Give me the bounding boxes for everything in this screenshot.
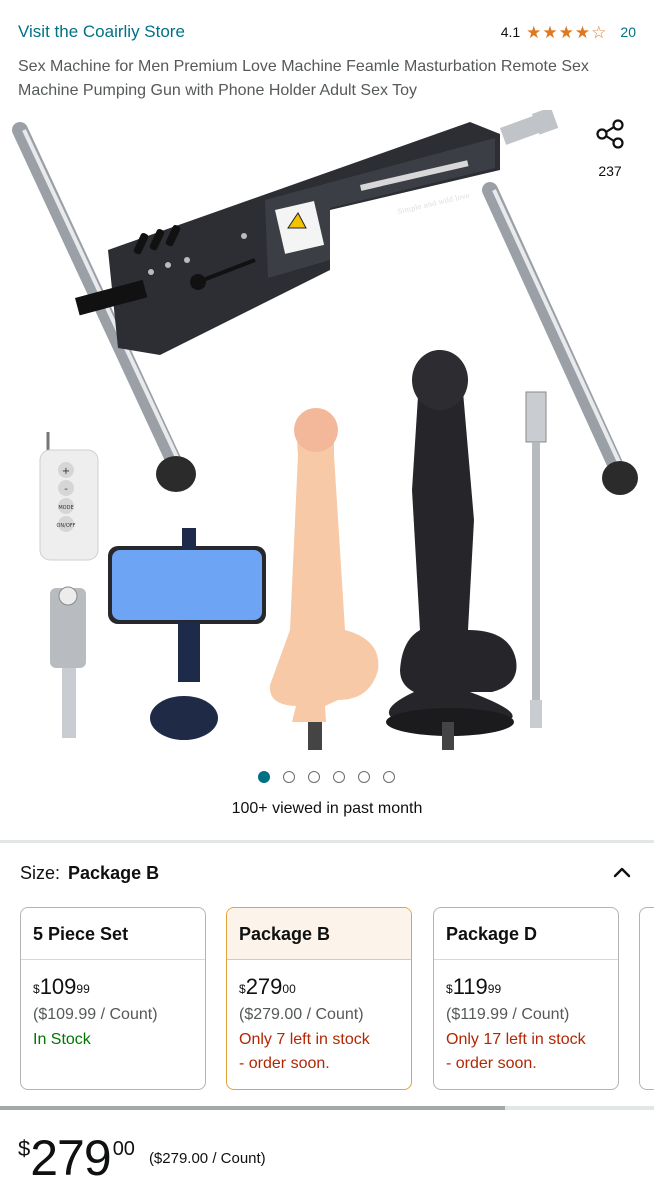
size-option-name: 5 Piece Set [21,908,205,960]
star-full-icon: ★ [558,22,574,42]
size-label: Size: [20,862,61,883]
rating-value: 4.1 [500,24,521,40]
size-option-card-partial[interactable] [639,907,654,1090]
svg-text:ON/OFF: ON/OFF [56,523,75,529]
gallery-dot[interactable] [333,771,345,783]
star-full-icon: ★ [526,22,542,42]
size-option-stock-note: - order soon. [446,1055,537,1072]
star-empty-icon: ☆ [591,22,607,42]
size-option-stock: Only 17 left in stock [446,1031,586,1048]
engraving-text: Simple and wild love [397,192,471,216]
gallery-dot[interactable] [383,771,395,783]
viewed-count-text: 100+ viewed in past month [231,800,423,817]
size-option-card[interactable]: 5 Piece Set $10999 ($109.99 / Count) In … [20,907,206,1090]
connector-adapter-image [50,586,86,738]
product-title: Sex Machine for Men Premium Love Machine… [18,58,589,99]
size-selected-value: Package B [68,862,160,883]
star-full-icon: ★ [542,22,558,42]
phone-holder-image [108,528,266,740]
store-row: Visit the Coairliy Store 4.1 ★ ★ ★ ★ ☆ 2… [18,18,636,46]
size-label-wrap: Size: Package B [20,863,159,884]
size-option-unit-price: ($109.99 / Count) [33,1006,158,1023]
store-link[interactable]: Visit the Coairliy Store [18,22,185,42]
size-options: 5 Piece Set $10999 ($109.99 / Count) In … [20,907,654,1092]
size-options-scrollbar[interactable] [0,1106,654,1110]
buy-box-price: $ 279 00 ($279.00 / Count) [18,1128,266,1188]
size-selector-header[interactable]: Size: Package B [20,858,634,888]
gallery-dot[interactable] [258,771,270,783]
size-option-stock: Only 7 left in stock [239,1031,370,1048]
share-count: 237 [598,163,622,179]
svg-text:MODE: MODE [58,505,73,511]
dildo-flesh-image [269,408,379,750]
share-button[interactable]: 237 [590,118,630,179]
rating-summary[interactable]: 4.1 ★ ★ ★ ★ ☆ 20 [501,24,636,41]
price-whole: 279 [30,1130,111,1186]
dildo-black-image [386,350,517,750]
svg-text:-: - [64,484,68,495]
rating-count[interactable]: 20 [620,24,636,40]
price-currency: $ [18,1136,31,1161]
svg-text:+: + [62,466,70,477]
size-option-stock-note: - order soon. [239,1055,330,1072]
chevron-up-icon[interactable] [610,861,634,885]
size-option-price: $10999 [33,974,90,999]
star-rating: ★ ★ ★ ★ ☆ [526,24,606,41]
size-option-price: $11999 [446,974,502,999]
size-option-name: Package B [227,908,411,960]
gallery-dot[interactable] [308,771,320,783]
size-option-unit-price: ($279.00 / Count) [239,1006,364,1023]
section-divider [0,840,654,843]
size-option-price: $27900 [239,974,296,999]
size-option-stock: In Stock [33,1031,91,1048]
extension-rod-image [525,391,547,728]
gallery-dot[interactable] [283,771,295,783]
gallery-dot[interactable] [358,771,370,783]
gallery-pagination-dots[interactable] [258,771,395,783]
price-per-unit: ($279.00 / Count) [148,1150,266,1167]
remote-control-image: + - MODE ON/OFF [39,432,99,561]
share-icon [596,119,624,149]
scrollbar-thumb[interactable] [0,1106,505,1110]
size-option-name: Package D [434,908,618,960]
product-image-gallery[interactable]: Simple and wild love + - MODE ON/OFF [0,110,654,760]
size-option-card[interactable]: Package D $11999 ($119.99 / Count) Only … [433,907,619,1090]
size-option-card-selected[interactable]: Package B $27900 ($279.00 / Count) Only … [226,907,412,1090]
price-fraction: 00 [112,1138,135,1160]
size-option-unit-price: ($119.99 / Count) [446,1006,570,1023]
star-full-icon: ★ [574,22,591,42]
